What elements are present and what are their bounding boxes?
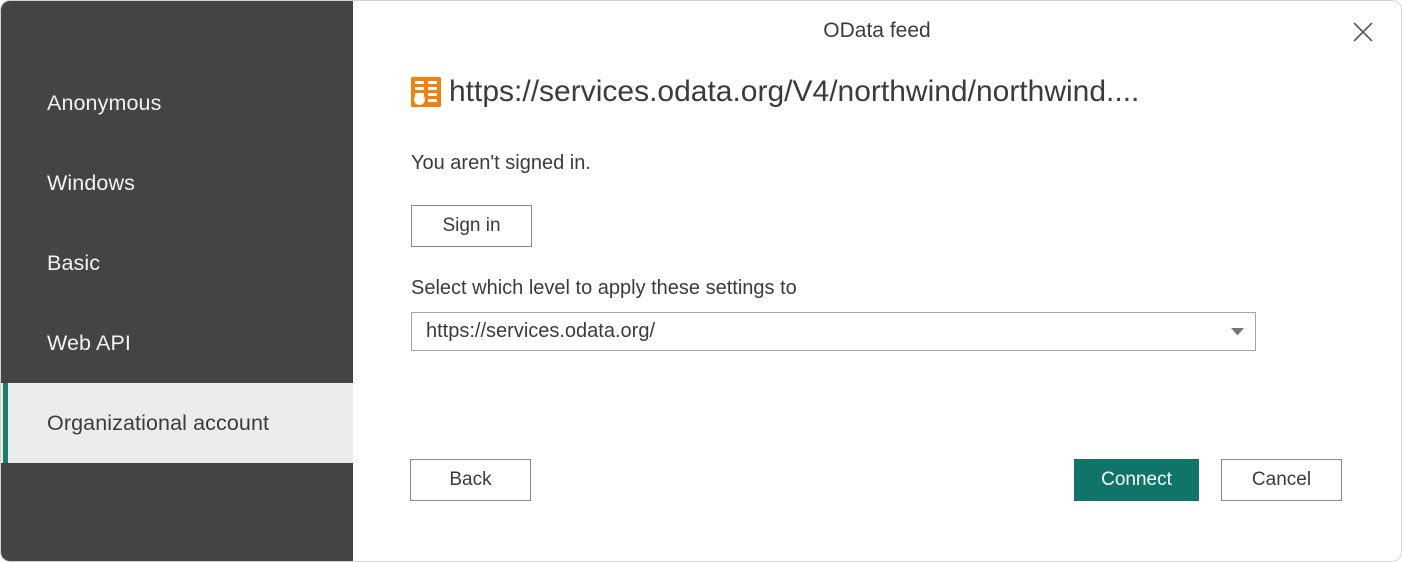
dialog-footer: Back Connect Cancel — [353, 459, 1401, 501]
auth-method-list: Anonymous Windows Basic Web API Organiza… — [1, 63, 353, 463]
close-glyph — [1353, 22, 1373, 42]
odata-feed-dialog: Anonymous Windows Basic Web API Organiza… — [0, 0, 1402, 562]
sidebar-item-label: Windows — [47, 170, 135, 195]
sidebar-item-organizational-account[interactable]: Organizational account — [1, 383, 353, 463]
sidebar-item-label: Organizational account — [47, 410, 270, 435]
sidebar-item-web-api[interactable]: Web API — [1, 303, 353, 383]
sidebar-item-label: Basic — [47, 250, 101, 275]
sign-in-button[interactable]: Sign in — [411, 205, 532, 247]
back-button[interactable]: Back — [410, 459, 531, 501]
chevron-down-glyph — [1230, 327, 1244, 335]
sidebar-item-label: Anonymous — [47, 90, 162, 115]
signin-status-text: You aren't signed in. — [411, 152, 591, 174]
level-select-value: https://services.odata.org/ — [426, 320, 656, 342]
auth-method-sidebar: Anonymous Windows Basic Web API Organiza… — [1, 1, 353, 561]
dialog-content: OData feed https://services.odata.org/V4… — [353, 1, 1401, 561]
sidebar-item-windows[interactable]: Windows — [1, 143, 353, 223]
chevron-down-icon — [1219, 327, 1255, 336]
odata-feed-icon — [411, 76, 441, 107]
level-label: Select which level to apply these settin… — [411, 277, 797, 299]
level-select-dropdown[interactable]: https://services.odata.org/ — [411, 312, 1256, 351]
sidebar-item-basic[interactable]: Basic — [1, 223, 353, 303]
data-source-url: https://services.odata.org/V4/northwind/… — [449, 75, 1140, 108]
selected-accent-bar — [3, 383, 8, 463]
cancel-button[interactable]: Cancel — [1221, 459, 1342, 501]
sidebar-item-label: Web API — [47, 330, 131, 355]
connect-button[interactable]: Connect — [1074, 459, 1199, 501]
sidebar-item-anonymous[interactable]: Anonymous — [1, 63, 353, 143]
dialog-title: OData feed — [823, 19, 931, 42]
close-icon[interactable] — [1341, 10, 1385, 54]
data-source-header: https://services.odata.org/V4/northwind/… — [411, 75, 1139, 108]
